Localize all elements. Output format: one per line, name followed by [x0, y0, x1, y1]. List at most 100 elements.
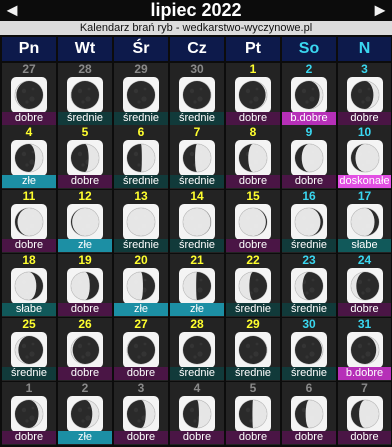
- bite-rating-label: średnie: [114, 175, 168, 188]
- day-cell[interactable]: 30 średnie: [170, 63, 224, 126]
- day-cell[interactable]: 1 dobre: [226, 63, 280, 126]
- moon-phase-icon[interactable]: [11, 332, 47, 368]
- moon-phase-icon[interactable]: [291, 77, 327, 113]
- day-cell[interactable]: 21 złe: [170, 254, 224, 317]
- day-cell[interactable]: 28 średnie: [58, 63, 112, 126]
- moon-phase-icon[interactable]: [11, 140, 47, 176]
- moon-phase-icon[interactable]: [67, 204, 103, 240]
- bite-rating-label: dobre: [58, 303, 112, 316]
- moon-phase-icon[interactable]: [291, 268, 327, 304]
- day-cell[interactable]: 13 średnie: [114, 190, 168, 253]
- moon-phase-icon[interactable]: [123, 268, 159, 304]
- day-number: 7: [193, 126, 201, 139]
- bite-rating-label: średnie: [2, 367, 56, 380]
- moon-phase-icon[interactable]: [179, 332, 215, 368]
- moon-phase-icon[interactable]: [67, 396, 103, 432]
- moon-phase-icon[interactable]: [11, 268, 47, 304]
- moon-phase-icon[interactable]: [346, 204, 383, 240]
- day-number: 2: [81, 382, 89, 395]
- day-cell[interactable]: 14 średnie: [170, 190, 224, 253]
- day-cell[interactable]: 5 dobre: [226, 382, 280, 445]
- day-cell[interactable]: 20 złe: [114, 254, 168, 317]
- day-cell[interactable]: 4 złe: [2, 126, 56, 189]
- day-cell[interactable]: 3 dobre: [114, 382, 168, 445]
- day-cell[interactable]: 10 doskonałe: [338, 126, 391, 189]
- day-cell[interactable]: 17 słabe: [338, 190, 391, 253]
- moon-phase-icon[interactable]: [123, 396, 159, 432]
- moon-phase-icon[interactable]: [11, 77, 47, 113]
- day-cell[interactable]: 18 słabe: [2, 254, 56, 317]
- moon-phase-icon[interactable]: [291, 332, 327, 368]
- moon-phase-icon[interactable]: [291, 140, 327, 176]
- moon-phase-icon[interactable]: [11, 396, 47, 432]
- day-cell[interactable]: 2 b.dobre: [282, 63, 336, 126]
- moon-phase-icon[interactable]: [67, 268, 103, 304]
- moon-phase-icon[interactable]: [179, 204, 215, 240]
- moon-phase-icon[interactable]: [235, 396, 271, 432]
- moon-phase-icon[interactable]: [346, 268, 383, 304]
- day-cell[interactable]: 2 złe: [58, 382, 112, 445]
- moon-phase-icon[interactable]: [179, 268, 215, 304]
- prev-month-button[interactable]: ◄: [0, 0, 24, 22]
- bite-rating-label: dobre: [114, 367, 168, 380]
- day-number: 2: [305, 63, 313, 76]
- day-cell[interactable]: 29 średnie: [226, 318, 280, 381]
- day-cell[interactable]: 30 średnie: [282, 318, 336, 381]
- weekday-header-6: So: [282, 37, 336, 61]
- day-cell[interactable]: 5 dobre: [58, 126, 112, 189]
- bite-rating-label: dobre: [2, 431, 56, 444]
- moon-phase-icon[interactable]: [235, 268, 271, 304]
- day-cell[interactable]: 27 dobre: [114, 318, 168, 381]
- moon-phase-icon[interactable]: [67, 332, 103, 368]
- day-cell[interactable]: 23 średnie: [282, 254, 336, 317]
- moon-phase-icon[interactable]: [235, 204, 271, 240]
- day-cell[interactable]: 22 średnie: [226, 254, 280, 317]
- day-cell[interactable]: 9 dobre: [282, 126, 336, 189]
- moon-phase-icon[interactable]: [11, 204, 47, 240]
- day-cell[interactable]: 7 średnie: [170, 126, 224, 189]
- moon-phase-icon[interactable]: [67, 77, 103, 113]
- day-cell[interactable]: 6 dobre: [282, 382, 336, 445]
- moon-phase-icon[interactable]: [67, 140, 103, 176]
- moon-phase-icon[interactable]: [346, 332, 383, 368]
- moon-phase-icon[interactable]: [179, 396, 215, 432]
- day-cell[interactable]: 27 dobre: [2, 63, 56, 126]
- day-cell[interactable]: 26 dobre: [58, 318, 112, 381]
- day-cell[interactable]: 11 dobre: [2, 190, 56, 253]
- moon-phase-icon[interactable]: [123, 77, 159, 113]
- moon-phase-icon[interactable]: [235, 140, 271, 176]
- moon-phase-icon[interactable]: [179, 140, 215, 176]
- day-number: 4: [193, 382, 201, 395]
- moon-phase-icon[interactable]: [346, 396, 383, 432]
- day-number: 13: [134, 190, 148, 203]
- day-cell[interactable]: 28 średnie: [170, 318, 224, 381]
- moon-phase-icon[interactable]: [123, 204, 159, 240]
- day-number: 27: [22, 63, 36, 76]
- moon-phase-icon[interactable]: [346, 77, 383, 113]
- day-cell[interactable]: 25 średnie: [2, 318, 56, 381]
- moon-phase-icon[interactable]: [291, 204, 327, 240]
- moon-phase-icon[interactable]: [179, 77, 215, 113]
- day-cell[interactable]: 29 średnie: [114, 63, 168, 126]
- moon-phase-icon[interactable]: [235, 77, 271, 113]
- moon-phase-icon[interactable]: [235, 332, 271, 368]
- day-cell[interactable]: 31 b.dobre: [338, 318, 391, 381]
- day-cell[interactable]: 7 dobre: [338, 382, 391, 445]
- day-cell[interactable]: 4 dobre: [170, 382, 224, 445]
- moon-phase-icon[interactable]: [123, 140, 159, 176]
- day-number: 10: [357, 126, 372, 139]
- day-cell[interactable]: 19 dobre: [58, 254, 112, 317]
- day-cell[interactable]: 1 dobre: [2, 382, 56, 445]
- day-cell[interactable]: 24 dobre: [338, 254, 391, 317]
- next-month-button[interactable]: ►: [368, 0, 392, 22]
- moon-phase-icon[interactable]: [291, 396, 327, 432]
- day-cell[interactable]: 3 dobre: [338, 63, 391, 126]
- day-cell[interactable]: 16 średnie: [282, 190, 336, 253]
- day-cell[interactable]: 15 dobre: [226, 190, 280, 253]
- day-cell[interactable]: 8 dobre: [226, 126, 280, 189]
- day-cell[interactable]: 6 średnie: [114, 126, 168, 189]
- bite-rating-label: średnie: [282, 367, 336, 380]
- moon-phase-icon[interactable]: [123, 332, 159, 368]
- day-cell[interactable]: 12 złe: [58, 190, 112, 253]
- moon-phase-icon[interactable]: [346, 140, 383, 176]
